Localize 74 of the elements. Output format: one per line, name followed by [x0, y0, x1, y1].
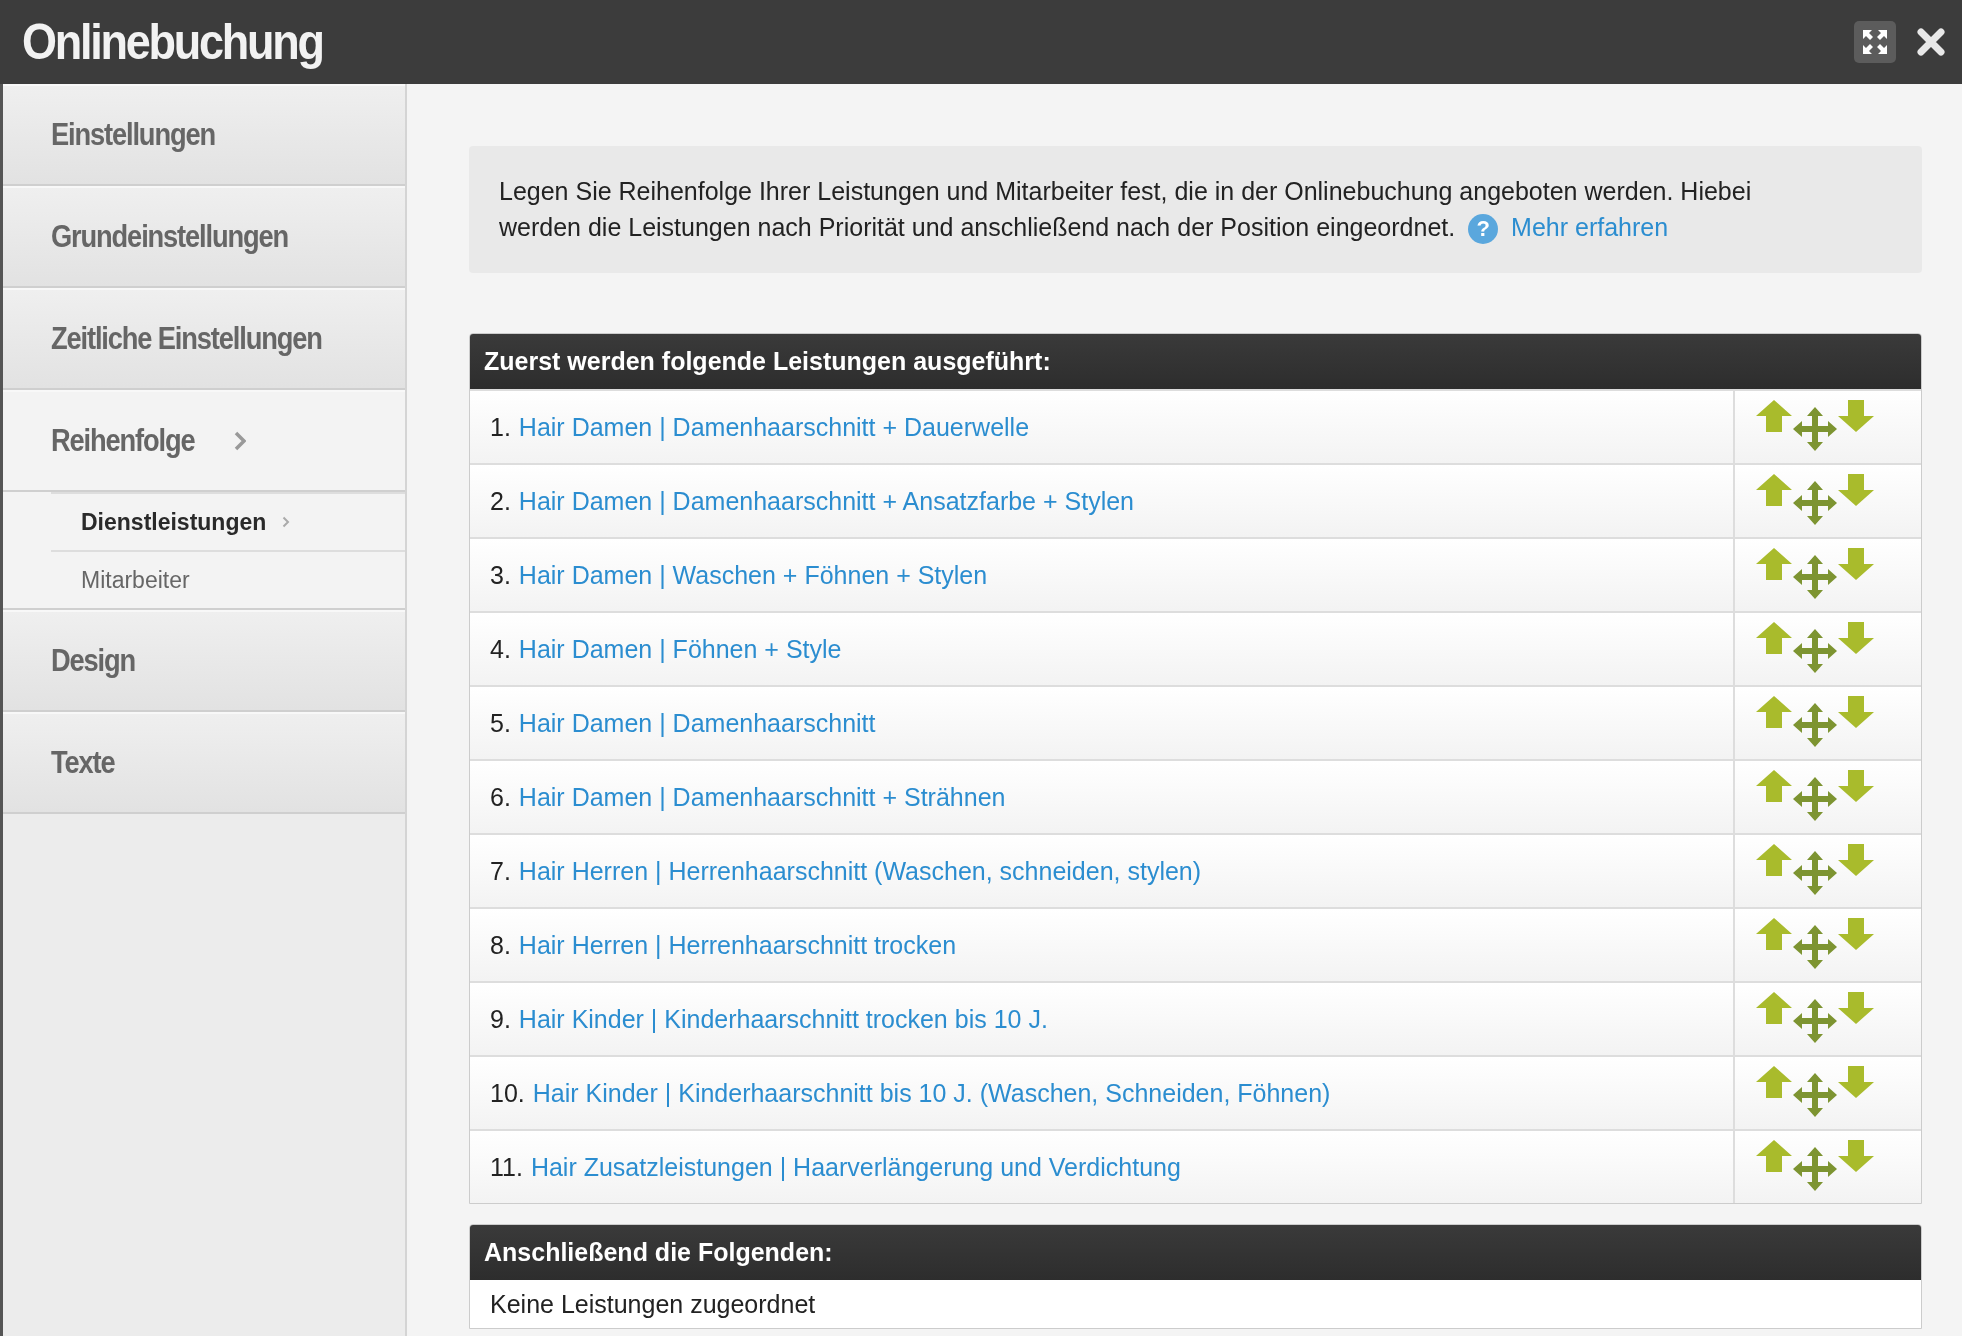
- up-arrow-icon[interactable]: [1755, 473, 1793, 507]
- up-arrow-icon[interactable]: [1755, 769, 1793, 803]
- row-number: 7.: [490, 856, 511, 886]
- row-number: 11.: [490, 1152, 523, 1182]
- move-icon[interactable]: [1791, 405, 1839, 453]
- move-icon[interactable]: [1791, 701, 1839, 749]
- service-link[interactable]: Hair Damen | Waschen + Föhnen + Stylen: [518, 560, 988, 590]
- down-arrow-icon[interactable]: [1837, 547, 1875, 581]
- row-number: 2.: [490, 486, 511, 516]
- row-number: 10.: [490, 1078, 525, 1108]
- move-icon[interactable]: [1791, 479, 1839, 527]
- service-link[interactable]: Hair Herren | Herrenhaarschnitt trocken: [518, 930, 957, 960]
- sidebar-item[interactable]: Zeitliche Einstellungen: [3, 288, 405, 390]
- down-arrow-icon[interactable]: [1837, 1139, 1875, 1173]
- table-header: Anschließend die Folgenden:: [470, 1225, 1921, 1280]
- move-icon[interactable]: [1791, 849, 1839, 897]
- service-link[interactable]: Hair Damen | Damenhaarschnitt: [518, 708, 876, 738]
- move-icon[interactable]: [1791, 627, 1839, 675]
- service-link[interactable]: Hair Kinder | Kinderhaarschnitt trocken bis 10 J.: [518, 1004, 1048, 1034]
- up-arrow-icon[interactable]: [1755, 695, 1793, 729]
- down-arrow-icon[interactable]: [1837, 621, 1875, 655]
- down-arrow-icon[interactable]: [1837, 917, 1875, 951]
- move-icon[interactable]: [1791, 553, 1839, 601]
- service-link[interactable]: Hair Kinder | Kinderhaarschnitt bis 10 J. (Waschen, Schneiden, Föhnen): [532, 1078, 1331, 1108]
- sidebar-item[interactable]: Design: [3, 610, 405, 712]
- up-arrow-icon[interactable]: [1755, 1139, 1793, 1173]
- submenu-item[interactable]: Mitarbeiter: [51, 550, 405, 608]
- up-arrow-icon[interactable]: [1755, 399, 1793, 433]
- sidebar-item[interactable]: Texte: [3, 712, 405, 814]
- row-number: 8.: [490, 930, 511, 960]
- row-number: 3.: [490, 560, 511, 590]
- down-arrow-icon[interactable]: [1837, 473, 1875, 507]
- down-arrow-icon[interactable]: [1837, 399, 1875, 433]
- up-arrow-icon[interactable]: [1755, 991, 1793, 1025]
- service-link[interactable]: Hair Damen | Damenhaarschnitt + Dauerwelle: [518, 412, 1030, 442]
- service-link[interactable]: Hair Zusatzleistungen | Haarverlängerung und Verdichtung: [530, 1152, 1181, 1182]
- service-link[interactable]: Hair Damen | Föhnen + Style: [518, 634, 842, 664]
- window-title: Onlinebuchung: [22, 13, 323, 71]
- row-number: 5.: [490, 708, 511, 738]
- row-number: 9.: [490, 1004, 511, 1034]
- down-arrow-icon[interactable]: [1837, 695, 1875, 729]
- down-arrow-icon[interactable]: [1837, 1065, 1875, 1099]
- down-arrow-icon[interactable]: [1837, 769, 1875, 803]
- close-icon[interactable]: [1916, 27, 1946, 57]
- move-icon[interactable]: [1791, 775, 1839, 823]
- move-icon[interactable]: [1791, 923, 1839, 971]
- service-link[interactable]: Hair Damen | Damenhaarschnitt + Ansatzfarbe + Stylen: [518, 486, 1134, 516]
- fullscreen-icon[interactable]: [1854, 21, 1896, 63]
- chevron-icon: [282, 516, 291, 528]
- row-number: 6.: [490, 782, 511, 812]
- up-arrow-icon[interactable]: [1755, 917, 1793, 951]
- up-arrow-icon[interactable]: [1755, 1065, 1793, 1099]
- learn-more-link[interactable]: Mehr erfahren: [1511, 213, 1669, 241]
- sidebar-item[interactable]: Reihenfolge: [3, 390, 405, 492]
- table-header: Zuerst werden folgende Leistungen ausgeführt:: [470, 334, 1921, 389]
- submenu-item[interactable]: Dienstleistungen: [51, 492, 405, 550]
- info-text: Legen Sie Reihenfolge Ihrer Leistungen und Mitarbeiter fest, die in der Onlinebuchung angeboten werden. Hiebei werden die Leistungen nach Priorität und anschließend nach der Position eingeordnet. ? Mehr erfahren: [499, 173, 1832, 245]
- help-icon[interactable]: ?: [1468, 214, 1499, 244]
- move-icon[interactable]: [1791, 1071, 1839, 1119]
- down-arrow-icon[interactable]: [1837, 843, 1875, 877]
- sidebar-item[interactable]: Einstellungen: [3, 84, 405, 186]
- move-icon[interactable]: [1791, 1145, 1839, 1193]
- up-arrow-icon[interactable]: [1755, 547, 1793, 581]
- row-number: 1.: [490, 412, 511, 442]
- up-arrow-icon[interactable]: [1755, 843, 1793, 877]
- row-number: 4.: [490, 634, 511, 664]
- sidebar-item[interactable]: Grundeinstellungen: [3, 186, 405, 288]
- move-icon[interactable]: [1791, 997, 1839, 1045]
- empty-message: Keine Leistungen zugeordnet: [470, 1280, 1921, 1328]
- service-link[interactable]: Hair Damen | Damenhaarschnitt + Strähnen: [518, 782, 1006, 812]
- chevron-icon: [234, 431, 247, 451]
- up-arrow-icon[interactable]: [1755, 621, 1793, 655]
- service-link[interactable]: Hair Herren | Herrenhaarschnitt (Waschen, schneiden, stylen): [518, 856, 1202, 886]
- down-arrow-icon[interactable]: [1837, 991, 1875, 1025]
